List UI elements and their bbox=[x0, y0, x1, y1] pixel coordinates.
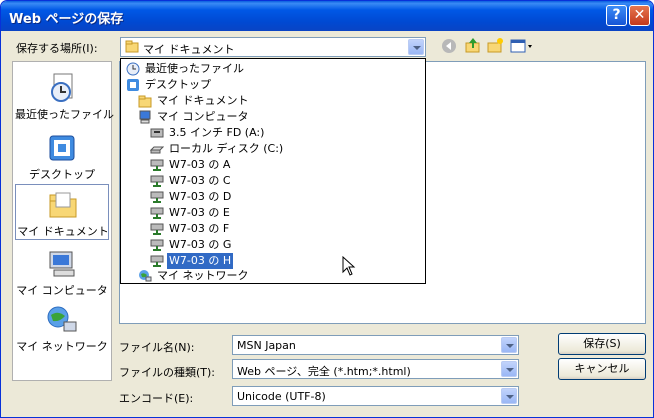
encoding-select[interactable]: Unicode (UTF-8) bbox=[232, 386, 519, 406]
network-drive-icon bbox=[150, 254, 164, 268]
dropdown-item-label: W7-03 の C bbox=[169, 174, 231, 187]
dropdown-item-label: W7-03 の F bbox=[169, 222, 230, 235]
network-drive-icon bbox=[150, 174, 164, 188]
dropdown-item-label: 3.5 インチ FD (A:) bbox=[169, 126, 265, 139]
back-icon[interactable] bbox=[440, 37, 458, 55]
view-menu-icon[interactable] bbox=[510, 37, 534, 55]
save-location-combo[interactable]: マイ ドキュメント bbox=[120, 37, 426, 57]
encoding-value: Unicode (UTF-8) bbox=[237, 390, 326, 403]
recent-files-icon bbox=[126, 62, 140, 76]
encoding-label: エンコード(E): bbox=[119, 392, 194, 405]
network-drive-icon bbox=[150, 238, 164, 252]
save-webpage-dialog: Web ページの保存 ? ✕ 保存する場所(I): マイ ドキュメント 最近使っ… bbox=[0, 0, 654, 418]
filename-combo[interactable]: MSN Japan bbox=[232, 335, 519, 355]
filetype-select[interactable]: Web ページ、完全 (*.htm;*.html) bbox=[232, 359, 519, 379]
new-folder-icon[interactable] bbox=[486, 37, 504, 55]
place-my-network[interactable]: マイ ネットワーク bbox=[15, 300, 109, 356]
chevron-down-icon[interactable] bbox=[501, 388, 517, 404]
dropdown-item-label: ローカル ディスク (C:) bbox=[169, 142, 284, 155]
desktop-icon bbox=[46, 132, 78, 164]
desktop-icon bbox=[126, 78, 140, 92]
my-network-icon bbox=[46, 304, 78, 336]
dropdown-item-label: マイ ドキュメント bbox=[157, 94, 249, 107]
my-documents-icon bbox=[125, 40, 139, 54]
network-drive-icon bbox=[150, 206, 164, 220]
my-network-icon bbox=[138, 269, 152, 283]
mouse-cursor-icon bbox=[342, 255, 356, 276]
my-computer-icon bbox=[46, 248, 78, 280]
my-computer-icon bbox=[138, 110, 152, 124]
chevron-down-icon[interactable] bbox=[501, 337, 517, 353]
chevron-down-icon[interactable] bbox=[501, 361, 517, 377]
dropdown-item-label: デスクトップ bbox=[145, 78, 211, 91]
filename-label: ファイル名(N): bbox=[119, 341, 195, 354]
place-label: マイ コンピュータ bbox=[16, 284, 108, 297]
dropdown-item-label: 最近使ったファイル bbox=[145, 62, 244, 75]
filename-value[interactable]: MSN Japan bbox=[237, 339, 296, 352]
filetype-label: ファイルの種類(T): bbox=[119, 366, 216, 379]
dropdown-item-label: W7-03 の E bbox=[169, 206, 230, 219]
dropdown-item-label: マイ コンピュータ bbox=[157, 110, 249, 123]
close-button[interactable]: ✕ bbox=[629, 5, 650, 26]
save-button[interactable]: 保存(S) bbox=[558, 333, 646, 355]
place-label: マイ ネットワーク bbox=[16, 340, 108, 353]
place-label: 最近使ったファイル bbox=[15, 108, 114, 121]
dropdown-item-label: W7-03 の A bbox=[169, 158, 231, 171]
place-label: マイ ドキュメント bbox=[17, 225, 109, 238]
place-recent[interactable]: 最近使ったファイル bbox=[15, 68, 114, 124]
recent-files-icon bbox=[46, 72, 78, 104]
save-location-label: 保存する場所(I): bbox=[16, 42, 98, 55]
dropdown-item-label: W7-03 の G bbox=[169, 238, 232, 251]
dropdown-item-label: W7-03 の D bbox=[169, 190, 232, 203]
title-bar[interactable]: Web ページの保存 ? ✕ bbox=[1, 1, 653, 31]
network-drive-icon bbox=[150, 158, 164, 172]
save-location-dropdown[interactable]: 最近使ったファイル デスクトップ マイ ドキュメント マイ コンピュータ 3.5… bbox=[120, 58, 426, 284]
up-folder-icon[interactable] bbox=[464, 37, 482, 55]
floppy-drive-icon bbox=[150, 126, 164, 140]
places-bar: 最近使ったファイル デスクトップ マイ ドキュメント マイ コンピュータ マイ … bbox=[12, 61, 114, 381]
filetype-value: Web ページ、完全 (*.htm;*.html) bbox=[237, 365, 411, 378]
network-drive-icon bbox=[150, 190, 164, 204]
my-documents-icon bbox=[47, 189, 79, 221]
place-my-documents[interactable]: マイ ドキュメント bbox=[15, 184, 109, 240]
save-location-value: マイ ドキュメント bbox=[143, 43, 235, 56]
dropdown-item-label: マイ ネットワーク bbox=[157, 269, 249, 282]
chevron-down-icon[interactable] bbox=[408, 39, 424, 55]
dropdown-item-label: W7-03 の H bbox=[167, 253, 234, 269]
place-desktop[interactable]: デスクトップ bbox=[15, 128, 109, 184]
help-button[interactable]: ? bbox=[606, 5, 627, 26]
place-my-computer[interactable]: マイ コンピュータ bbox=[15, 244, 109, 300]
local-disk-icon bbox=[149, 142, 165, 156]
network-drive-icon bbox=[150, 222, 164, 236]
cancel-button[interactable]: キャンセル bbox=[558, 358, 646, 380]
dialog-body: 保存する場所(I): マイ ドキュメント 最近使ったファイル デスクトップ マイ… bbox=[4, 31, 652, 416]
my-documents-icon bbox=[138, 94, 152, 108]
window-title: Web ページの保存 bbox=[9, 12, 124, 27]
place-label: デスクトップ bbox=[29, 168, 95, 181]
